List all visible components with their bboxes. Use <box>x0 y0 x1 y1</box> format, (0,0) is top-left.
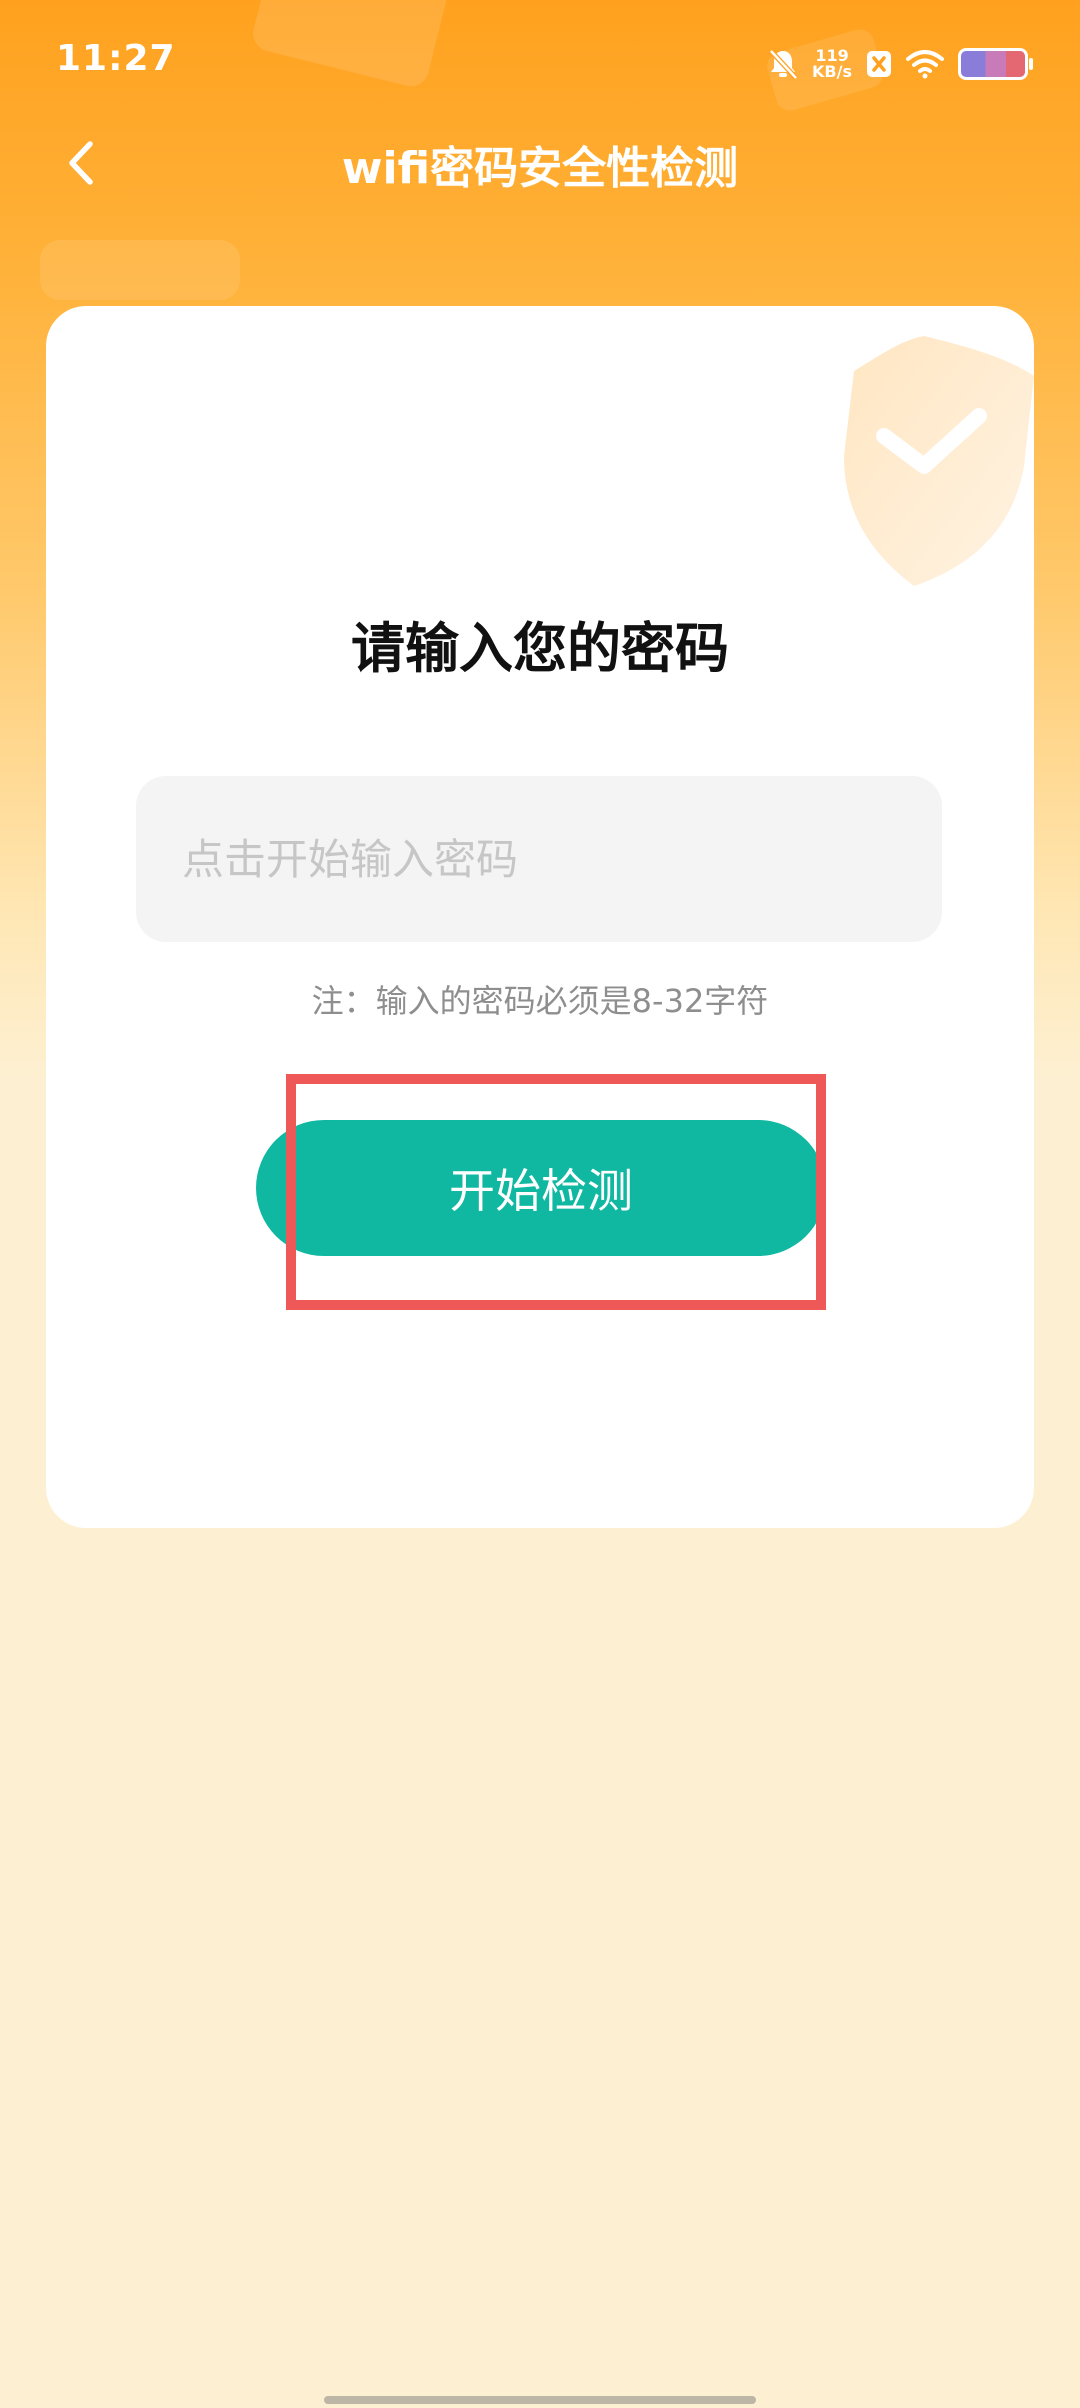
status-icons: 119 KB/s <box>768 42 1033 86</box>
wifi-icon <box>906 49 944 79</box>
decorative-shape <box>40 240 240 300</box>
status-time: 11:27 <box>56 38 176 79</box>
password-input[interactable] <box>136 776 942 942</box>
home-indicator[interactable] <box>324 2396 756 2404</box>
network-speed: 119 KB/s <box>812 48 852 80</box>
password-card: 请输入您的密码 注：输入的密码必须是8-32字符 开始检测 <box>46 306 1034 1528</box>
card-title: 请输入您的密码 <box>351 617 729 680</box>
start-detection-button[interactable]: 开始检测 <box>256 1120 826 1256</box>
page-title: wifi密码安全性检测 <box>341 143 739 194</box>
battery-icon <box>958 48 1033 80</box>
start-detection-label: 开始检测 <box>449 1164 633 1218</box>
navigation-bar: wifi密码安全性检测 <box>0 120 1080 210</box>
status-bar: 11:27 119 KB/s <box>0 0 1080 120</box>
network-speed-unit: KB/s <box>812 62 852 81</box>
shield-check-icon <box>784 316 1034 596</box>
x-badge-icon <box>866 50 892 78</box>
bell-mute-icon <box>768 48 798 80</box>
password-length-note: 注：输入的密码必须是8-32字符 <box>311 982 769 1020</box>
